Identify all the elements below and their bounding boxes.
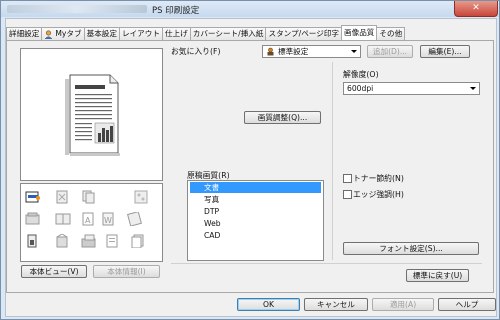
user-icon <box>44 29 53 39</box>
favorites-icon <box>266 47 275 59</box>
tab-strip: 詳細設定 Myタブ 基本設定 レイアウト 仕上げ カバーシート/挿入紙 スタンプ… <box>6 25 406 40</box>
tab-image-quality[interactable]: 画像品質 <box>341 25 378 40</box>
stack-icon <box>81 234 97 250</box>
punch-icon <box>133 190 149 206</box>
toner-save-checkbox[interactable] <box>343 174 352 183</box>
edge-enhance-label: エッジ強調(H) <box>353 190 404 199</box>
favorites-dropdown[interactable]: 標準設定 <box>262 45 361 58</box>
list-item[interactable]: 文書 <box>190 182 321 193</box>
tab-label: その他 <box>379 29 403 38</box>
vertical-separator <box>332 62 333 260</box>
printer-options-icon-panel: A W <box>20 183 163 262</box>
edge-enhance-checkbox[interactable] <box>343 190 352 199</box>
edit-favorite-button[interactable]: 編集(E)... <box>420 45 470 58</box>
tab-label: 画像品質 <box>344 28 375 37</box>
tab-other[interactable]: その他 <box>376 27 406 40</box>
overlay-icon: W <box>101 212 115 228</box>
restore-default-button[interactable]: 標準に戻す(U) <box>406 269 469 282</box>
tab-stamp-page-print[interactable]: スタンプ/ページ印字 <box>265 27 343 40</box>
close-button[interactable]: ✕ <box>454 1 498 17</box>
folder-icon <box>25 234 39 250</box>
tab-label: 仕上げ <box>164 29 188 38</box>
body-view-button[interactable]: 本体ビュー(V) <box>21 265 87 278</box>
tab-finishing[interactable]: 仕上げ <box>161 27 191 40</box>
toner-save-label: トナー節約(N) <box>353 174 404 183</box>
apply-button[interactable]: 適用(A) <box>372 298 434 311</box>
favorites-value: 標準設定 <box>278 47 309 56</box>
page-preview <box>20 48 163 181</box>
original-quality-listbox[interactable]: 文書 写真 DTP Web CAD <box>187 180 324 261</box>
document-preview-icon <box>65 74 120 156</box>
close-icon: ✕ <box>472 3 480 13</box>
body-info-button[interactable]: 本体情報(I) <box>93 265 160 278</box>
chevron-down-icon <box>470 87 476 90</box>
resolution-label: 解像度(O) <box>343 70 379 79</box>
title-bar[interactable]: PS 印刷設定 ✕ <box>1 1 499 17</box>
tab-label: スタンプ/ページ印字 <box>268 29 340 38</box>
blurred-printer-name <box>7 5 147 13</box>
favorites-label: お気に入り(F) <box>171 47 221 56</box>
resolution-dropdown[interactable]: 600dpi <box>343 82 480 95</box>
tray-icon[interactable] <box>25 190 41 206</box>
tab-cover-sheet[interactable]: カバーシート/挿入紙 <box>189 27 267 40</box>
text-page-icon: A <box>81 212 95 228</box>
ok-button[interactable]: OK <box>237 298 300 311</box>
window-title: PS 印刷設定 <box>152 6 200 16</box>
tab-label: 基本設定 <box>86 29 117 38</box>
cancel-button[interactable]: キャンセル <box>304 298 368 311</box>
sheet-icon <box>105 234 119 250</box>
tab-basic-settings[interactable]: 基本設定 <box>83 27 120 40</box>
tab-label: カバーシート/挿入紙 <box>192 29 264 38</box>
image-adjust-button[interactable]: 画質調整(Q)... <box>244 111 321 124</box>
list-item[interactable]: Web <box>190 218 321 229</box>
tab-detail-settings[interactable]: 詳細設定 <box>6 27 43 40</box>
watermark-icon <box>127 211 143 228</box>
list-item[interactable]: CAD <box>190 230 321 241</box>
font-settings-button[interactable]: フォント設定(S)... <box>343 242 479 255</box>
tab-label: Myタブ <box>55 29 82 38</box>
add-favorite-button[interactable]: 追加(D)... <box>367 45 413 58</box>
list-item[interactable]: DTP <box>190 206 321 217</box>
horizontal-separator <box>171 263 482 264</box>
duplex-icon <box>81 190 95 206</box>
tab-layout[interactable]: レイアウト <box>118 27 163 40</box>
tab-label: 詳細設定 <box>9 29 40 38</box>
output-tray-icon <box>25 212 41 228</box>
copies-icon <box>131 234 145 250</box>
help-button[interactable]: ヘルプ <box>438 298 496 311</box>
resolution-value: 600dpi <box>347 84 374 93</box>
tab-my-tab[interactable]: Myタブ <box>41 27 85 40</box>
list-item[interactable]: 写真 <box>190 194 321 205</box>
staple-icon <box>55 190 69 206</box>
chevron-down-icon <box>351 50 357 53</box>
cover-icon <box>55 233 69 250</box>
svg-text:W: W <box>104 216 112 225</box>
booklet-icon <box>55 212 71 228</box>
svg-text:A: A <box>85 216 91 225</box>
tab-label: レイアウト <box>121 29 160 38</box>
